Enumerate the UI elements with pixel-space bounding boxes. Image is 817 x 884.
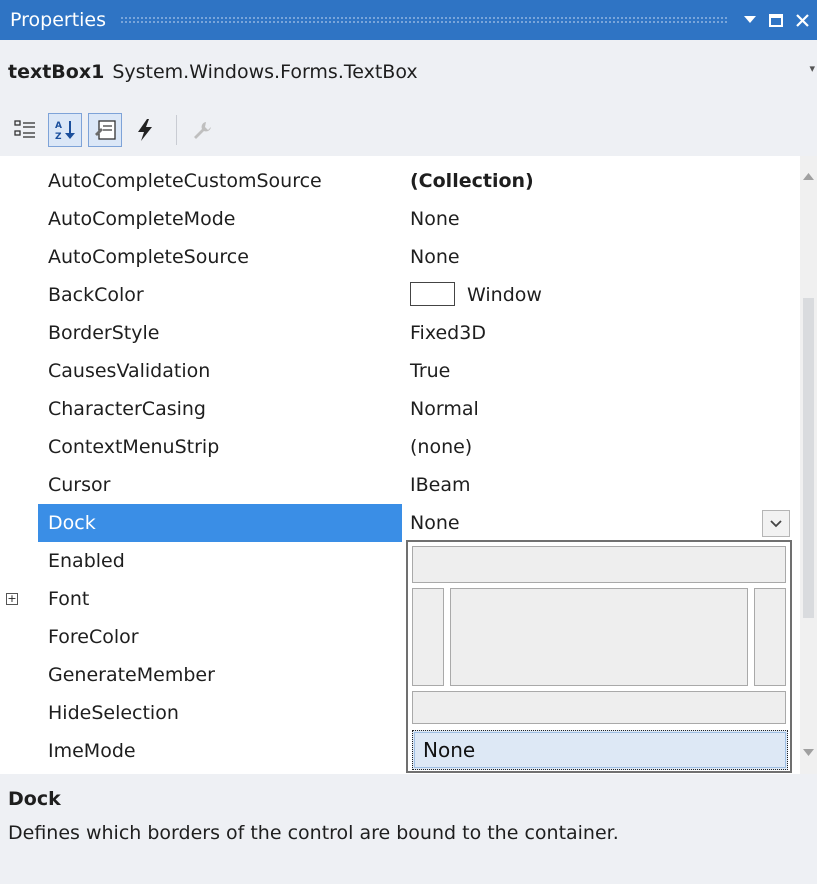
toolbar-separator bbox=[176, 115, 177, 145]
window-position-dropdown-icon[interactable] bbox=[739, 7, 761, 33]
property-value[interactable]: (none) bbox=[410, 428, 472, 466]
maximize-icon[interactable] bbox=[765, 7, 787, 33]
value-dropdown-button[interactable] bbox=[762, 510, 790, 537]
dock-none-option[interactable]: None bbox=[412, 730, 788, 770]
titlebar-grip[interactable] bbox=[120, 16, 727, 24]
description-title: Dock bbox=[8, 788, 61, 810]
property-value[interactable]: None bbox=[410, 504, 460, 542]
property-value[interactable]: Fixed3D bbox=[410, 314, 486, 352]
property-name: CausesValidation bbox=[48, 360, 211, 382]
scroll-up-icon[interactable] bbox=[802, 166, 815, 186]
properties-toolbar: A Z bbox=[0, 104, 817, 156]
property-name: ForeColor bbox=[48, 626, 139, 648]
description-pane: Dock Defines which borders of the contro… bbox=[0, 774, 817, 884]
property-name: Font bbox=[48, 588, 90, 610]
property-name: ContextMenuStrip bbox=[48, 436, 220, 458]
categorized-icon[interactable] bbox=[8, 113, 42, 147]
dock-fill-option[interactable] bbox=[450, 588, 748, 686]
scrollbar-thumb[interactable] bbox=[803, 298, 814, 618]
window-title: Properties bbox=[10, 9, 107, 31]
property-name: Enabled bbox=[48, 550, 125, 572]
property-row[interactable]: ContextMenuStrip (none) bbox=[0, 428, 800, 466]
object-name: textBox1 bbox=[8, 61, 105, 83]
svg-text:A: A bbox=[55, 121, 62, 131]
property-value[interactable]: True bbox=[410, 352, 450, 390]
property-row[interactable]: BackColor Window bbox=[0, 276, 800, 314]
property-row[interactable]: Cursor IBeam bbox=[0, 466, 800, 504]
object-type: System.Windows.Forms.TextBox bbox=[112, 61, 418, 83]
color-name: Window bbox=[467, 284, 542, 306]
vertical-scrollbar[interactable] bbox=[800, 156, 817, 774]
property-name: AutoCompleteCustomSource bbox=[48, 170, 322, 192]
properties-icon[interactable] bbox=[88, 113, 122, 147]
svg-text:Z: Z bbox=[55, 132, 62, 142]
property-value[interactable]: (Collection) bbox=[410, 162, 534, 200]
property-name: AutoCompleteSource bbox=[48, 246, 249, 268]
property-name: CharacterCasing bbox=[48, 398, 206, 420]
dock-bottom-option[interactable] bbox=[412, 691, 786, 724]
object-selector[interactable]: textBox1 System.Windows.Forms.TextBox ▾ bbox=[0, 40, 817, 104]
property-value-color[interactable]: Window bbox=[410, 276, 542, 314]
close-icon[interactable] bbox=[791, 7, 813, 33]
scroll-down-icon[interactable] bbox=[802, 742, 815, 762]
properties-titlebar: Properties bbox=[0, 0, 817, 40]
dock-right-option[interactable] bbox=[754, 588, 786, 686]
property-name: HideSelection bbox=[48, 702, 179, 724]
property-name: Dock bbox=[38, 504, 402, 542]
property-name: ImeMode bbox=[48, 740, 136, 762]
dock-editor-popup: None bbox=[406, 540, 792, 773]
property-value[interactable]: Normal bbox=[410, 390, 479, 428]
chevron-down-icon bbox=[770, 519, 782, 527]
property-name: GenerateMember bbox=[48, 664, 215, 686]
color-swatch bbox=[410, 281, 455, 306]
object-selector-dropdown-icon[interactable]: ▾ bbox=[809, 62, 815, 75]
property-name: AutoCompleteMode bbox=[48, 208, 236, 230]
property-name: BorderStyle bbox=[48, 322, 160, 344]
dock-left-option[interactable] bbox=[412, 588, 444, 686]
property-row[interactable]: AutoCompleteMode None bbox=[0, 200, 800, 238]
property-value[interactable]: IBeam bbox=[410, 466, 470, 504]
property-row[interactable]: BorderStyle Fixed3D bbox=[0, 314, 800, 352]
events-lightning-icon[interactable] bbox=[128, 113, 162, 147]
property-row[interactable]: AutoCompleteSource None bbox=[0, 238, 800, 276]
property-value[interactable]: None bbox=[410, 200, 460, 238]
description-text: Defines which borders of the control are… bbox=[8, 822, 619, 844]
property-value[interactable]: None bbox=[410, 238, 460, 276]
property-name: Cursor bbox=[48, 474, 111, 496]
dock-top-option[interactable] bbox=[412, 546, 786, 583]
alphabetical-sort-icon[interactable]: A Z bbox=[48, 113, 82, 147]
property-pages-wrench-icon bbox=[185, 113, 219, 147]
property-row[interactable]: AutoCompleteCustomSource (Collection) bbox=[0, 162, 800, 200]
property-row[interactable]: CausesValidation True bbox=[0, 352, 800, 390]
expand-icon[interactable]: + bbox=[6, 593, 18, 605]
property-row[interactable]: CharacterCasing Normal bbox=[0, 390, 800, 428]
property-name: BackColor bbox=[48, 284, 144, 306]
property-row-selected[interactable]: Dock None bbox=[0, 504, 800, 542]
